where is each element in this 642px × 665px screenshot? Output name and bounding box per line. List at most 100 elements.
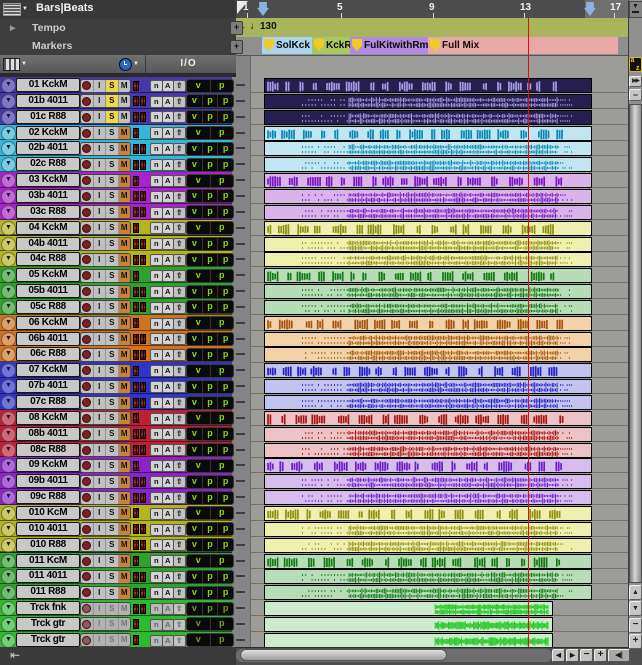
track-resize-handle[interactable]: [236, 163, 245, 166]
track-clip[interactable]: [264, 601, 553, 617]
playlist-button[interactable]: n: [150, 206, 163, 219]
track-collapse-button[interactable]: ▼: [1, 188, 16, 204]
track-name[interactable]: 08 KckM: [16, 410, 80, 425]
input-monitor-button[interactable]: I: [92, 618, 106, 631]
zoom-in-vertical-button[interactable]: +: [629, 634, 642, 649]
playlist-button[interactable]: n: [150, 460, 163, 473]
solo-button[interactable]: S: [105, 79, 118, 92]
output-window-button[interactable]: ⇧: [173, 380, 186, 393]
pan-button[interactable]: p: [201, 491, 218, 504]
output-window-button[interactable]: ⇧: [173, 222, 186, 235]
track-clip[interactable]: [264, 125, 592, 141]
track-name[interactable]: 010 KcM: [16, 505, 80, 520]
track-collapse-button[interactable]: ▼: [1, 601, 16, 617]
input-monitor-button[interactable]: I: [92, 127, 106, 140]
output-window-button[interactable]: ⇧: [173, 365, 186, 378]
jump-to-start-button[interactable]: ◀|: [608, 649, 630, 662]
input-monitor-button[interactable]: I: [92, 79, 106, 92]
output-window-button[interactable]: ⇧: [173, 396, 186, 409]
playlist-button[interactable]: n: [150, 476, 163, 489]
output-window-button[interactable]: ⇧: [173, 444, 186, 457]
record-button[interactable]: [81, 254, 93, 266]
track-collapse-button[interactable]: ▼: [1, 585, 16, 601]
playlist-button[interactable]: n: [150, 507, 163, 520]
solo-button[interactable]: S: [105, 523, 118, 536]
expand-triangle-icon[interactable]: ▶: [10, 24, 15, 32]
input-monitor-button[interactable]: I: [92, 238, 106, 250]
volume-button[interactable]: v: [187, 270, 210, 282]
track-clip[interactable]: [264, 220, 592, 236]
playlist-button[interactable]: n: [150, 95, 163, 108]
record-button[interactable]: [81, 412, 93, 424]
solo-button[interactable]: S: [105, 459, 118, 472]
volume-button[interactable]: v: [187, 190, 202, 202]
input-monitor-button[interactable]: I: [92, 317, 106, 330]
track-collapse-button[interactable]: ▼: [1, 141, 16, 157]
tempo-lane-header[interactable]: ▶ Tempo: [0, 18, 236, 38]
mute-button[interactable]: M: [117, 428, 130, 441]
output-window-button[interactable]: ⇧: [173, 317, 186, 330]
mute-button[interactable]: M: [117, 333, 130, 346]
scroll-down-button[interactable]: ▼: [629, 601, 642, 616]
solo-button[interactable]: S: [105, 190, 118, 203]
mute-button[interactable]: M: [117, 491, 130, 504]
track-collapse-button[interactable]: ▼: [1, 284, 16, 300]
pan-button[interactable]: p: [201, 602, 218, 615]
mute-button[interactable]: M: [117, 602, 131, 615]
pan-button[interactable]: p: [209, 364, 234, 377]
vertical-scrollbar[interactable]: [628, 104, 642, 583]
track-clip[interactable]: [264, 141, 592, 157]
track-resize-handle[interactable]: [236, 131, 245, 134]
track-name[interactable]: 010 4011: [16, 521, 80, 536]
output-window-button[interactable]: ⇧: [173, 491, 186, 504]
volume-button[interactable]: v: [187, 444, 202, 456]
track-name[interactable]: 011 4011: [16, 569, 80, 584]
record-button[interactable]: [81, 127, 93, 139]
volume-button[interactable]: v: [187, 539, 202, 551]
playlist-button[interactable]: n: [150, 365, 163, 378]
track-resize-handle[interactable]: [236, 432, 245, 435]
track-resize-handle[interactable]: [236, 99, 245, 102]
track-name[interactable]: 011 R88: [16, 585, 80, 600]
playlist-button[interactable]: n: [150, 285, 163, 298]
track-clip[interactable]: [264, 268, 592, 284]
output-window-button[interactable]: ⇧: [173, 618, 186, 631]
track-name[interactable]: 06 KckM: [16, 315, 80, 330]
volume-button[interactable]: v: [187, 111, 202, 123]
playlist-button[interactable]: n: [150, 586, 163, 599]
pan-button[interactable]: p: [201, 348, 218, 361]
track-collapse-button[interactable]: ▼: [1, 632, 16, 648]
playlist-button[interactable]: n: [150, 634, 163, 647]
solo-button[interactable]: S: [105, 491, 118, 504]
input-monitor-button[interactable]: I: [92, 459, 106, 472]
track-resize-handle[interactable]: [236, 353, 245, 356]
solo-button[interactable]: S: [105, 539, 118, 552]
track-name[interactable]: 09 KckM: [16, 458, 80, 473]
zoom-out-vertical-button[interactable]: −: [629, 618, 642, 633]
track-resize-handle[interactable]: [236, 448, 245, 451]
pan-button[interactable]: p: [201, 380, 218, 393]
playlist-button[interactable]: n: [150, 79, 163, 92]
track-clip[interactable]: [264, 474, 592, 490]
solo-button[interactable]: S: [105, 158, 118, 171]
pan-button[interactable]: p: [217, 444, 233, 457]
track-collapse-button[interactable]: ▼: [1, 236, 16, 252]
record-button[interactable]: [81, 507, 93, 519]
track-resize-handle[interactable]: [236, 607, 245, 610]
volume-button[interactable]: v: [187, 159, 202, 171]
pan-button[interactable]: p: [201, 238, 218, 250]
record-button[interactable]: [81, 80, 93, 92]
pan-button[interactable]: p: [217, 253, 233, 266]
solo-button[interactable]: S: [105, 127, 118, 140]
volume-button[interactable]: v: [187, 634, 210, 646]
pan-button[interactable]: p: [217, 238, 233, 250]
input-monitor-button[interactable]: I: [92, 491, 106, 504]
volume-button[interactable]: v: [187, 523, 202, 535]
horizontal-scrollbar-thumb[interactable]: [240, 649, 447, 661]
record-button[interactable]: [81, 539, 93, 551]
volume-button[interactable]: v: [187, 587, 202, 599]
pan-button[interactable]: p: [209, 459, 234, 472]
input-monitor-button[interactable]: I: [92, 142, 106, 155]
track-resize-handle[interactable]: [236, 337, 245, 340]
playlist-button[interactable]: n: [150, 174, 163, 187]
